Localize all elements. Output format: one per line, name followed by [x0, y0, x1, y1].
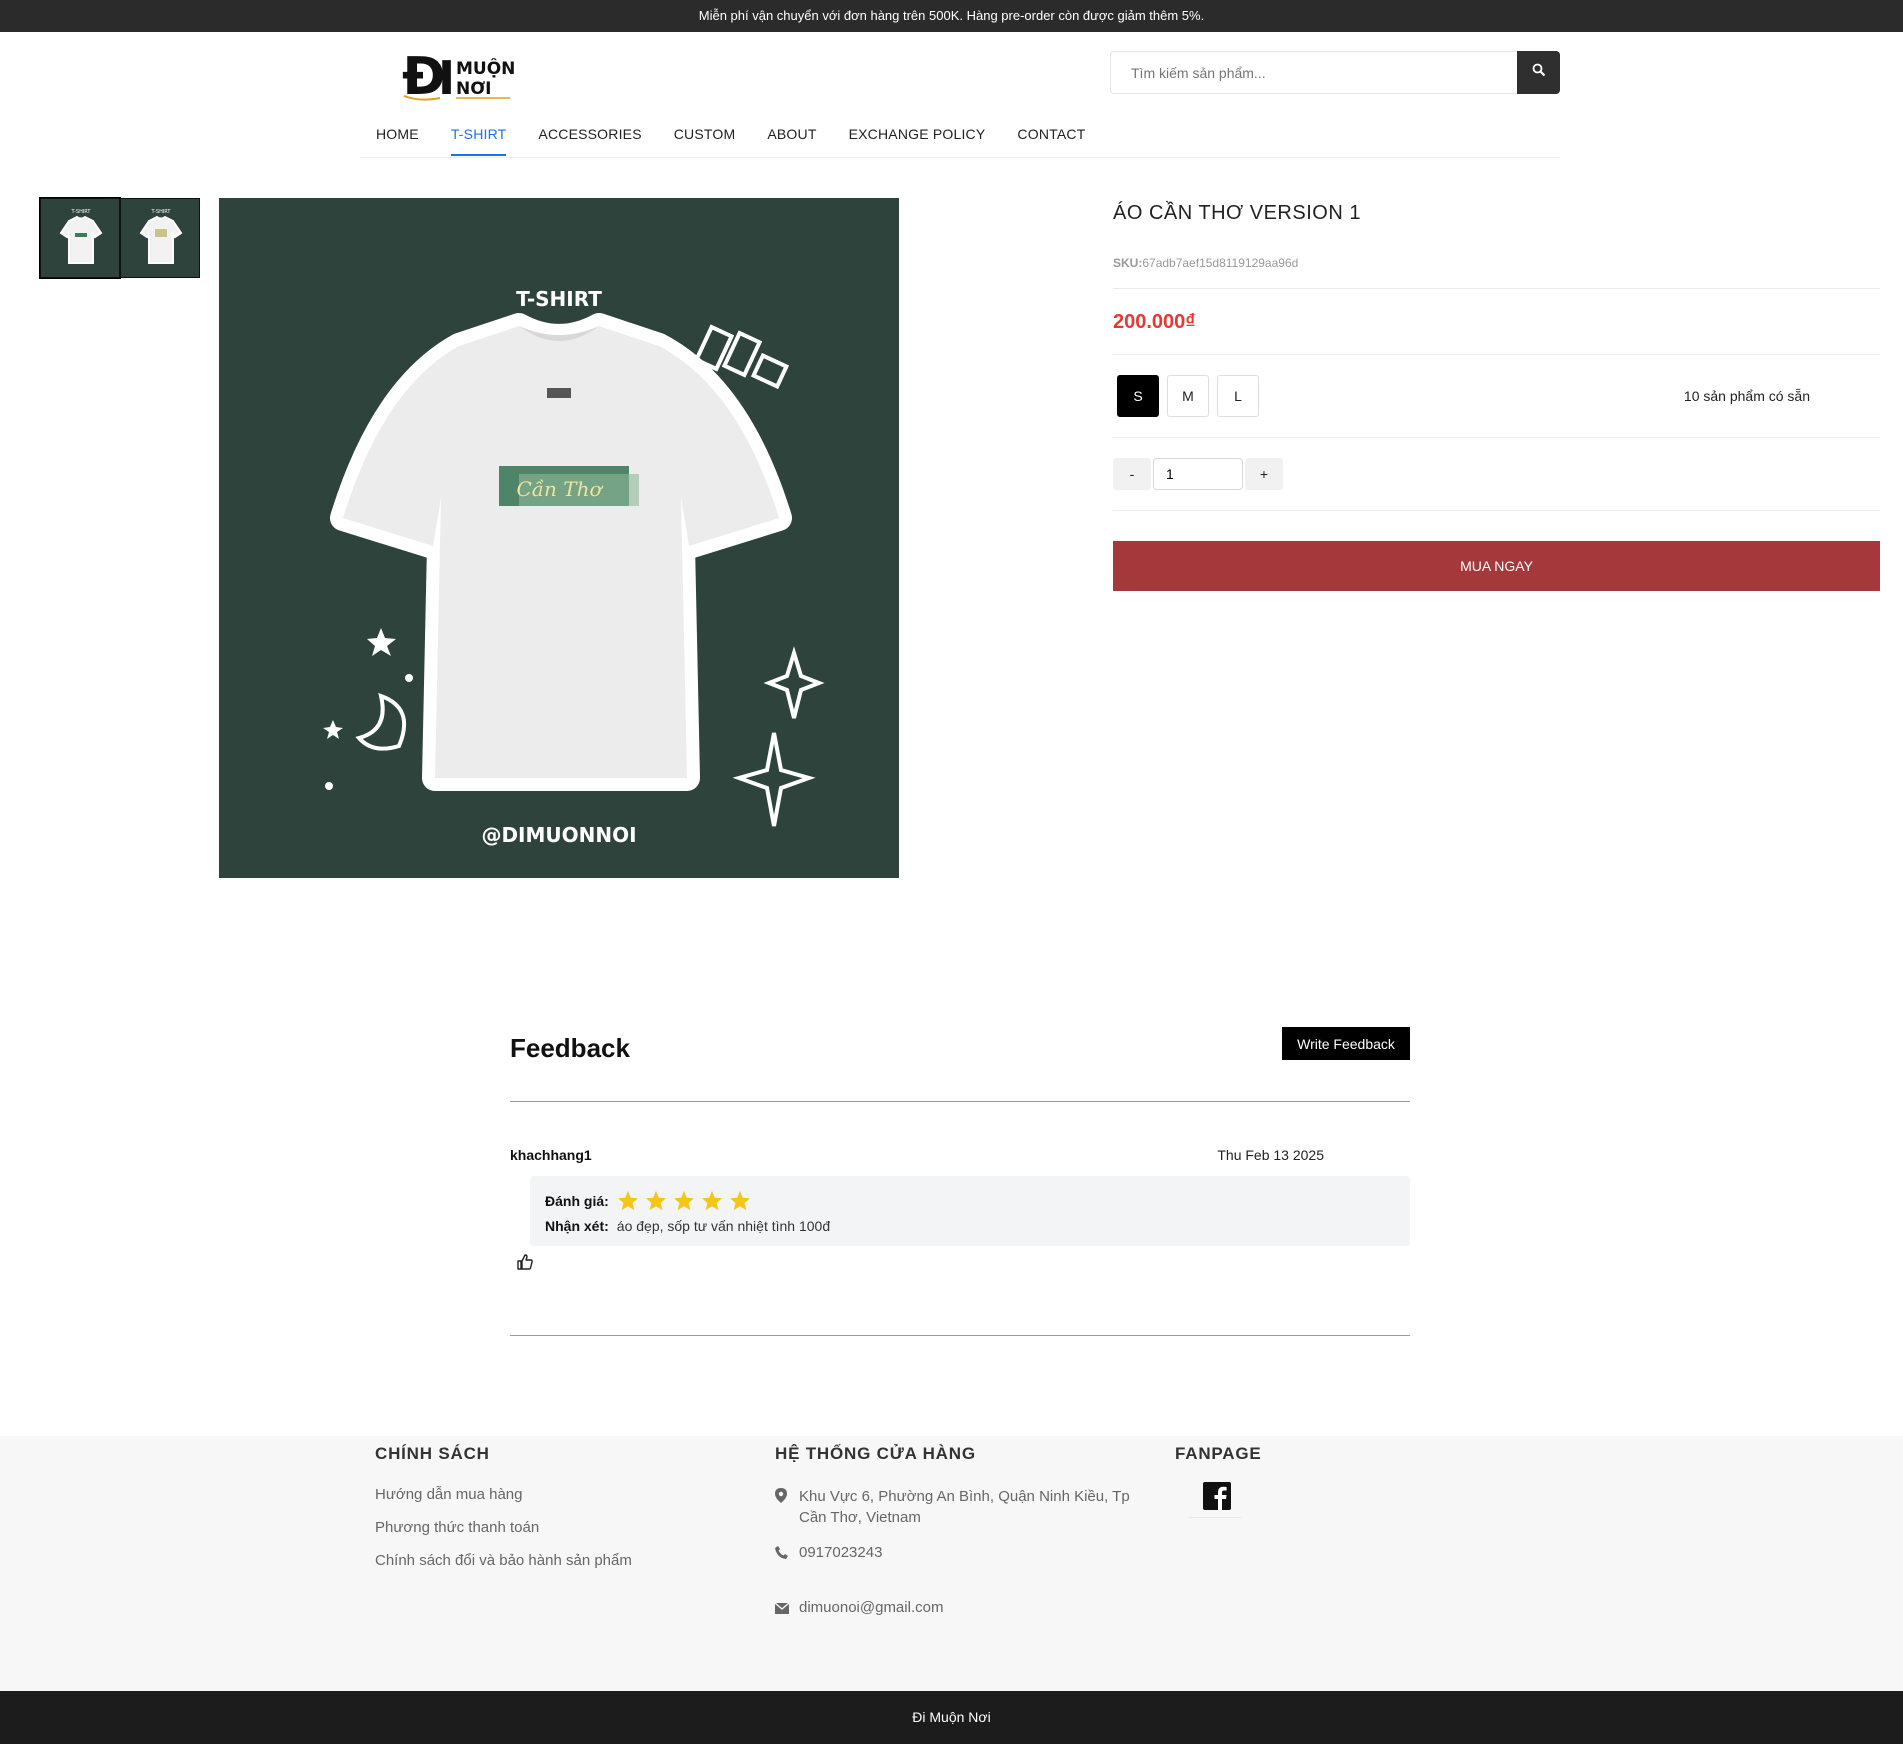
facebook-icon — [1203, 1482, 1231, 1510]
search-box — [1110, 51, 1560, 94]
stock-count: 10 sản phẩm có sẵn — [1683, 388, 1810, 404]
review-author: khachhang1 — [510, 1147, 592, 1163]
product-title: ÁO CẦN THƠ VERSION 1 — [1113, 202, 1361, 224]
svg-text:MUỘN: MUỘN — [456, 57, 515, 79]
divider — [1113, 288, 1880, 289]
announcement-text: Miễn phí vận chuyển với đơn hàng trên 50… — [698, 8, 1205, 23]
footer-stores-column: HỆ THỐNG CỬA HÀNG Khu Vực 6, Phường An B… — [774, 1436, 1145, 1620]
footer-policy-title: CHÍNH SÁCH — [375, 1444, 490, 1463]
image-script-text: Cần Thơ — [516, 477, 603, 501]
qty-decrease-button[interactable]: - — [1113, 458, 1151, 490]
thumbnail-strip: T-SHIRT T-SHIRT — [39, 197, 200, 279]
feedback-title: Feedback — [510, 1033, 630, 1063]
star-icon — [701, 1190, 722, 1211]
divider — [510, 1335, 1410, 1336]
star-icon — [617, 1190, 638, 1211]
thumbnail-2[interactable]: T-SHIRT — [120, 198, 200, 278]
main-nav: HOME T-SHIRT ACCESSORIES CUSTOM ABOUT EX… — [376, 126, 1117, 156]
footer-link-exchange-warranty[interactable]: Chính sách đổi và bảo hành sản phẩm — [375, 1552, 632, 1569]
footer-fanpage-title: FANPAGE — [1175, 1444, 1262, 1463]
divider — [1113, 354, 1880, 355]
footer-email: dimuonoi@gmail.com — [774, 1597, 1145, 1620]
search-input[interactable] — [1111, 52, 1517, 93]
size-selector: S M L 10 sản phẩm có sẵn — [1117, 375, 1880, 417]
like-button[interactable] — [516, 1253, 538, 1275]
star-icon — [673, 1190, 694, 1211]
site-footer: CHÍNH SÁCH Hướng dẫn mua hàng Phương thứ… — [0, 1436, 1903, 1691]
search-icon — [1532, 63, 1546, 82]
quantity-stepper: - + — [1113, 458, 1880, 490]
phone-text: 0917023243 — [799, 1544, 883, 1561]
qty-input[interactable] — [1153, 458, 1243, 490]
nav-custom[interactable]: CUSTOM — [674, 126, 736, 156]
footer-link-buying-guide[interactable]: Hướng dẫn mua hàng — [375, 1486, 632, 1503]
product-main-image: T-SHIRT Cần Thơ @DIMUONNOI — [219, 198, 899, 878]
nav-tshirt[interactable]: T-SHIRT — [450, 126, 507, 156]
svg-text:T-SHIRT: T-SHIRT — [71, 209, 92, 215]
site-header: Đ I MUỘN NƠI HOME T-SHIRT ACCESSORIES CU… — [360, 32, 1560, 158]
product-price: 200.000₫ — [1113, 311, 1196, 333]
comment-label: Nhận xét: — [545, 1218, 609, 1234]
product-sku: SKU:67adb7aef15d8119129aa96d — [1113, 256, 1880, 270]
svg-text:T-SHIRT: T-SHIRT — [151, 209, 172, 215]
nav-accessories[interactable]: ACCESSORIES — [538, 126, 641, 156]
facebook-link[interactable] — [1189, 1482, 1241, 1518]
nav-contact[interactable]: CONTACT — [1017, 126, 1085, 156]
write-feedback-button[interactable]: Write Feedback — [1282, 1027, 1410, 1060]
footer-fanpage-column: FANPAGE — [1175, 1436, 1262, 1518]
divider — [1113, 437, 1880, 438]
sku-value: 67adb7aef15d8119129aa96d — [1142, 256, 1299, 270]
announcement-bar: Miễn phí vận chuyển với đơn hàng trên 50… — [0, 0, 1903, 32]
location-pin-icon — [775, 1486, 799, 1528]
email-text: dimuonoi@gmail.com — [799, 1599, 944, 1616]
mail-icon — [774, 1597, 799, 1620]
image-handle: @DIMUONNOI — [481, 823, 636, 847]
star-icon — [645, 1190, 666, 1211]
sku-label: SKU: — [1113, 256, 1143, 270]
footer-link-payment[interactable]: Phương thức thanh toán — [375, 1519, 632, 1536]
phone-icon — [775, 1542, 799, 1565]
divider — [1113, 510, 1880, 511]
footer-phone: 0917023243 — [775, 1542, 1145, 1565]
star-rating — [617, 1190, 751, 1211]
thumbnail-1[interactable]: T-SHIRT — [39, 197, 121, 279]
image-heading: T-SHIRT — [516, 287, 602, 311]
product-info: ÁO CẦN THƠ VERSION 1 SKU:67adb7aef15d811… — [1113, 198, 1880, 591]
size-option-m[interactable]: M — [1167, 375, 1209, 417]
review-body: Đánh giá: Nhận xét: áo đẹp, sốp tư vấn n… — [530, 1176, 1410, 1246]
address-text: Khu Vực 6, Phường An Bình, Quận Ninh Kiề… — [799, 1488, 1130, 1526]
footer-policy-column: CHÍNH SÁCH Hướng dẫn mua hàng Phương thứ… — [375, 1436, 632, 1569]
copyright-bar: Đi Muộn Nơi — [0, 1691, 1903, 1744]
thumbs-up-icon — [517, 1254, 533, 1270]
review-rating-row: Đánh giá: — [545, 1190, 751, 1211]
svg-text:I: I — [438, 51, 455, 104]
size-option-l[interactable]: L — [1217, 375, 1259, 417]
nav-about[interactable]: ABOUT — [767, 126, 816, 156]
review-comment-row: Nhận xét: áo đẹp, sốp tư vấn nhiệt tình … — [545, 1218, 830, 1234]
site-logo[interactable]: Đ I MUỘN NƠI — [400, 40, 520, 107]
footer-stores-title: HỆ THỐNG CỬA HÀNG — [775, 1444, 976, 1463]
qty-increase-button[interactable]: + — [1245, 458, 1283, 490]
divider — [510, 1101, 1410, 1102]
copyright-text: Đi Muộn Nơi — [912, 1709, 991, 1725]
buy-now-button[interactable]: MUA NGAY — [1113, 541, 1880, 591]
review-comment: áo đẹp, sốp tư vấn nhiệt tình 100đ — [616, 1218, 831, 1234]
nav-exchange-policy[interactable]: EXCHANGE POLICY — [849, 126, 986, 156]
footer-address: Khu Vực 6, Phường An Bình, Quận Ninh Kiề… — [775, 1486, 1145, 1528]
review-date: Thu Feb 13 2025 — [1217, 1147, 1324, 1163]
svg-text:NƠI: NƠI — [456, 79, 491, 99]
search-button[interactable] — [1517, 51, 1560, 94]
nav-home[interactable]: HOME — [376, 126, 419, 156]
rating-label: Đánh giá: — [545, 1192, 609, 1209]
size-option-s[interactable]: S — [1117, 375, 1159, 417]
star-icon — [729, 1190, 750, 1211]
